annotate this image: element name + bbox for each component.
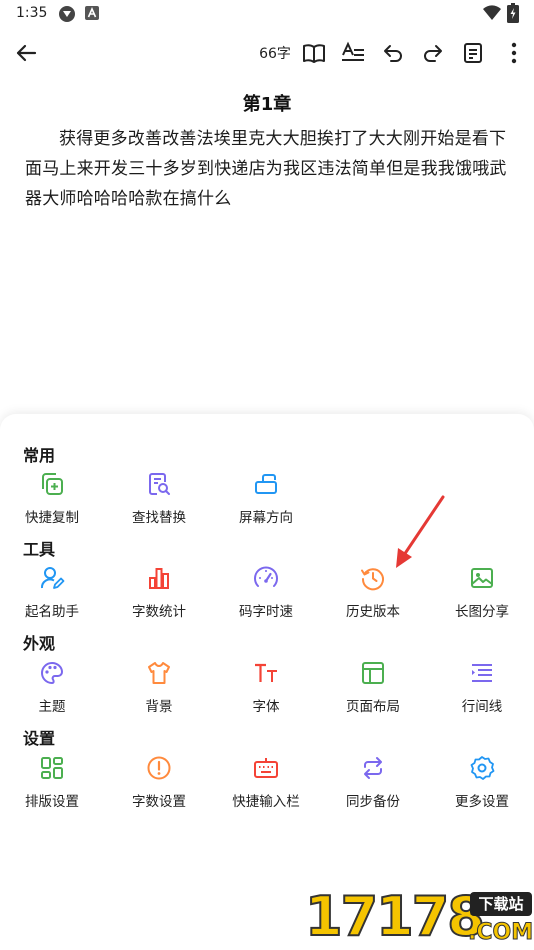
text-format-icon [342, 41, 364, 61]
watermark-badge: 下载站 [470, 892, 532, 916]
palette-icon [41, 661, 64, 685]
chapter-title: 第1章 [242, 94, 292, 115]
menu-item-label: 排版设置 [25, 794, 79, 810]
menu-item-word-settings[interactable]: 字数设置 [109, 755, 209, 815]
menu-item-label: 主题 [38, 699, 66, 715]
layout-grid-icon [41, 757, 63, 779]
tshirt-icon [148, 662, 170, 684]
chapter-body[interactable]: 获得更多改善改善法埃里克大大胆挨打了大大刚开始是看下面马上来开发三十多岁到快递店… [25, 124, 511, 214]
menu-item-background[interactable]: 背景 [109, 660, 209, 720]
menu-item-label: 同步备份 [346, 794, 400, 810]
menu-item-find-replace[interactable]: 查找替换 [109, 471, 209, 531]
menu-item-label: 快捷输入栏 [232, 794, 300, 810]
word-count-label: 66字 [259, 46, 291, 62]
menu-item-label: 背景 [145, 699, 173, 715]
word-stats-icon [149, 568, 169, 589]
menu-item-label: 查找替换 [132, 510, 186, 526]
menu-item-label: 字体 [252, 699, 280, 715]
alert-circle-icon [147, 756, 171, 780]
copy-add-icon [42, 473, 63, 495]
android-badge-icon [85, 6, 99, 20]
app-notification-icon [59, 6, 75, 22]
menu-item-label: 起名助手 [25, 604, 79, 620]
menu-item-line-spacing[interactable]: 行间线 [432, 660, 532, 720]
back-button[interactable] [8, 28, 44, 78]
image-share-icon [471, 568, 493, 588]
history-icon [361, 568, 384, 591]
menu-item-image-share[interactable]: 长图分享 [432, 565, 532, 625]
menu-item-label: 码字时速 [239, 604, 293, 620]
watermark-number: 17178 [304, 885, 486, 948]
watermark-logo: 17178 下载站 .COM [304, 884, 534, 950]
screen-rotation-icon [255, 474, 277, 494]
undo-icon [384, 45, 402, 62]
gear-icon [470, 756, 495, 780]
section-title-appearance: 外观 [23, 634, 56, 653]
menu-item-quick-input-bar[interactable]: 快捷输入栏 [216, 755, 316, 815]
toolbar: 66字 [0, 28, 534, 78]
sync-icon [364, 757, 382, 779]
battery-icon [507, 3, 519, 23]
notes-button[interactable] [459, 28, 487, 78]
menu-item-font[interactable]: 字体 [216, 660, 316, 720]
menu-item-sync-backup[interactable]: 同步备份 [323, 755, 423, 815]
status-bar: 1:35 [0, 0, 534, 28]
find-replace-icon [149, 473, 170, 495]
redo-icon [424, 45, 442, 62]
section-title-settings: 设置 [23, 729, 56, 748]
note-icon [464, 43, 482, 63]
word-count: 66字 [254, 28, 296, 78]
line-spacing-icon [472, 664, 492, 682]
menu-item-typing-speed[interactable]: 码字时速 [216, 565, 316, 625]
section-title-common: 常用 [23, 446, 56, 465]
menu-item-page-layout[interactable]: 页面布局 [323, 660, 423, 720]
wifi-icon [483, 5, 501, 21]
menu-item-label: 字数统计 [132, 604, 186, 620]
book-button[interactable] [300, 28, 328, 78]
watermark-domain: .COM [467, 920, 534, 946]
menu-item-label: 长图分享 [455, 604, 509, 620]
book-open-icon [303, 44, 325, 63]
menu-item-screen-orientation[interactable]: 屏幕方向 [216, 471, 316, 531]
menu-item-label: 快捷复制 [25, 510, 79, 526]
menu-item-history-version[interactable]: 历史版本 [323, 565, 423, 625]
arrow-left-icon [16, 44, 37, 62]
menu-item-label: 行间线 [461, 699, 503, 715]
text-format-button[interactable] [339, 28, 367, 78]
menu-item-more-settings[interactable]: 更多设置 [432, 755, 532, 815]
more-button[interactable] [500, 28, 528, 78]
name-assistant-icon [41, 567, 65, 589]
font-icon [255, 663, 277, 682]
menu-item-label: 页面布局 [346, 699, 400, 715]
redo-button[interactable] [419, 28, 447, 78]
undo-button[interactable] [379, 28, 407, 78]
bottom-menu-sheet: 常用 快捷复制 查找替换 屏幕方向 工具 起名助手 字数统计 码字时速 历史版本… [0, 414, 534, 950]
page-layout-icon [362, 662, 384, 684]
menu-item-name-assistant[interactable]: 起名助手 [2, 565, 102, 625]
keyboard-icon [254, 758, 278, 778]
menu-item-theme[interactable]: 主题 [2, 660, 102, 720]
menu-item-label: 字数设置 [132, 794, 186, 810]
menu-item-word-stats[interactable]: 字数统计 [109, 565, 209, 625]
menu-item-label: 更多设置 [455, 794, 509, 810]
typing-speed-icon [254, 566, 278, 587]
section-title-tools: 工具 [23, 540, 56, 559]
more-vertical-icon [511, 42, 517, 64]
status-time: 1:35 [16, 5, 48, 21]
menu-item-layout-settings[interactable]: 排版设置 [2, 755, 102, 815]
menu-item-quick-copy[interactable]: 快捷复制 [2, 471, 102, 531]
menu-item-label: 历史版本 [346, 604, 400, 620]
menu-item-label: 屏幕方向 [239, 510, 293, 526]
